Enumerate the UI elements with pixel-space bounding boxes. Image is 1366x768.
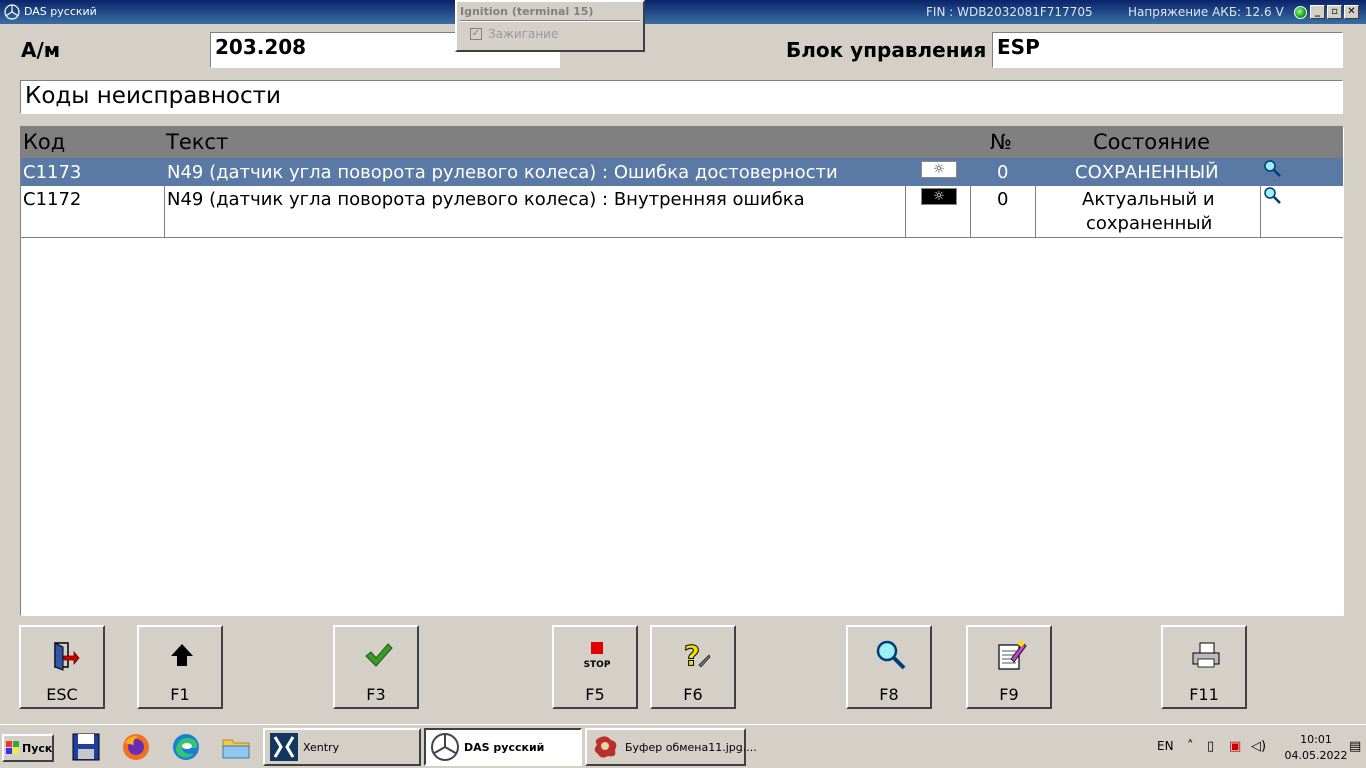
f8-button[interactable]: F8 [846, 625, 932, 709]
f11-button[interactable]: F11 [1161, 625, 1247, 709]
f3-button[interactable]: F3 [333, 625, 419, 709]
checkmark-icon [365, 643, 393, 667]
usb-device-icon[interactable]: ▯ [1207, 739, 1214, 754]
printer-icon [1192, 642, 1220, 668]
f9-button[interactable]: F9 [966, 625, 1052, 709]
column-divider [970, 186, 971, 237]
chevron-up-icon[interactable]: ˄ [1187, 739, 1194, 754]
ignition-label: Зажигание [488, 27, 559, 41]
minimize-button[interactable]: _ [1310, 5, 1325, 19]
exit-door-icon [54, 642, 80, 671]
f1-button[interactable]: F1 [137, 625, 223, 709]
magnifier-icon[interactable] [1262, 186, 1282, 206]
table-header: Код Текст № Состояние [21, 127, 1343, 158]
esc-button[interactable]: ESC [19, 625, 105, 709]
taskbar-item-paint[interactable]: Буфер обмена11.jpg.... [585, 728, 757, 766]
ecu-label: Блок управления [786, 38, 987, 62]
fault-count: 0 [997, 189, 1009, 210]
firefox-icon[interactable] [120, 731, 152, 763]
clock-time[interactable]: 10:01 [1291, 733, 1341, 746]
ignition-checkbox: ✓ [470, 28, 482, 40]
f3-label: F3 [366, 685, 386, 704]
warning-lamp-icon: ☼ [921, 161, 957, 178]
fault-text: N49 (датчик угла поворота рулевого колес… [167, 189, 805, 210]
fin-number: FIN : WDB2032081F717705 [926, 5, 1093, 19]
section-title: Коды неисправности [20, 80, 1343, 114]
window-title: DAS русский [24, 5, 97, 18]
save-floppy-icon[interactable] [70, 731, 102, 763]
fault-code-table: Код Текст № Состояние C1173 N49 (датчик … [20, 126, 1344, 616]
arrow-up-icon [171, 644, 193, 666]
file-explorer-icon[interactable] [220, 731, 252, 763]
f5-label: F5 [585, 685, 605, 704]
mercedes-star-icon [431, 733, 459, 761]
start-label: Пуск [22, 742, 53, 755]
f9-label: F9 [999, 685, 1019, 704]
table-row[interactable]: C1173 N49 (датчик угла поворота рулевого… [21, 158, 1343, 186]
connection-status-icon [1294, 6, 1307, 19]
system-tray: EN ˄ ▯ ▣ ◁) 10:01 04.05.2022 ▤ [1145, 725, 1366, 768]
taskbar-item-label: Xentry [303, 741, 340, 754]
xentry-icon [270, 733, 298, 761]
column-divider [905, 186, 906, 237]
column-divider [1260, 186, 1261, 237]
column-header-text[interactable]: Текст [166, 130, 228, 154]
column-divider [164, 186, 165, 237]
f6-button[interactable]: ? F6 [650, 625, 736, 709]
fault-code: C1172 [23, 189, 82, 210]
f8-label: F8 [879, 685, 899, 704]
taskbar: Пуск Xentry DAS русский Буфер обмена11.j… [0, 724, 1366, 768]
notepad-icon [998, 640, 1027, 670]
language-indicator[interactable]: EN [1157, 739, 1174, 753]
warning-lamp-icon: ☼ [921, 188, 957, 205]
battery-voltage: Напряжение АКБ: 12.6 V [1128, 5, 1284, 19]
fault-status-line2: сохраненный [1086, 213, 1213, 234]
close-button[interactable]: ✕ [1344, 5, 1359, 19]
start-button[interactable]: Пуск [2, 734, 54, 762]
esc-label: ESC [46, 685, 78, 704]
edge-browser-icon[interactable] [170, 731, 202, 763]
title-bar: DAS русский FIN : WDB2032081F717705 Напр… [0, 0, 1366, 24]
column-header-status[interactable]: Состояние [1093, 130, 1210, 154]
taskbar-item-label: DAS русский [464, 741, 545, 754]
network-icon[interactable]: ▣ [1229, 739, 1241, 754]
column-divider [1035, 186, 1036, 237]
divider [460, 20, 640, 22]
svg-text:STOP: STOP [584, 660, 611, 670]
ignition-title: Ignition (terminal 15) [460, 5, 594, 18]
taskbar-item-das[interactable]: DAS русский [424, 728, 582, 766]
table-row[interactable]: C1172 N49 (датчик угла поворота рулевого… [21, 186, 1343, 238]
magnifier-icon[interactable] [1262, 159, 1282, 179]
ignition-panel: Ignition (terminal 15) ✓ Зажигание [455, 0, 645, 52]
windows-flag-icon [6, 741, 19, 754]
stop-icon: STOP [584, 642, 611, 670]
magnifier-icon [876, 640, 906, 670]
vehicle-label: А/м [21, 38, 61, 62]
help-question-icon: ? [683, 639, 711, 671]
f1-label: F1 [170, 685, 190, 704]
notification-icon[interactable]: ▤ [1349, 739, 1361, 754]
volume-icon[interactable]: ◁) [1251, 739, 1266, 754]
f5-button[interactable]: STOP F5 [552, 625, 638, 709]
clock-date[interactable]: 04.05.2022 [1283, 749, 1349, 762]
mercedes-star-icon [4, 4, 20, 20]
paint-splash-icon [594, 736, 617, 758]
svg-text:?: ? [684, 639, 700, 671]
taskbar-item-xentry[interactable]: Xentry [263, 728, 421, 766]
taskbar-item-label: Буфер обмена11.jpg.... [625, 741, 757, 754]
ecu-field: ESP [992, 32, 1343, 68]
f11-label: F11 [1189, 685, 1219, 704]
column-header-code[interactable]: Код [23, 130, 65, 154]
f6-label: F6 [683, 685, 703, 704]
column-header-count[interactable]: № [990, 130, 1012, 154]
restore-button[interactable]: ▫ [1327, 5, 1342, 19]
